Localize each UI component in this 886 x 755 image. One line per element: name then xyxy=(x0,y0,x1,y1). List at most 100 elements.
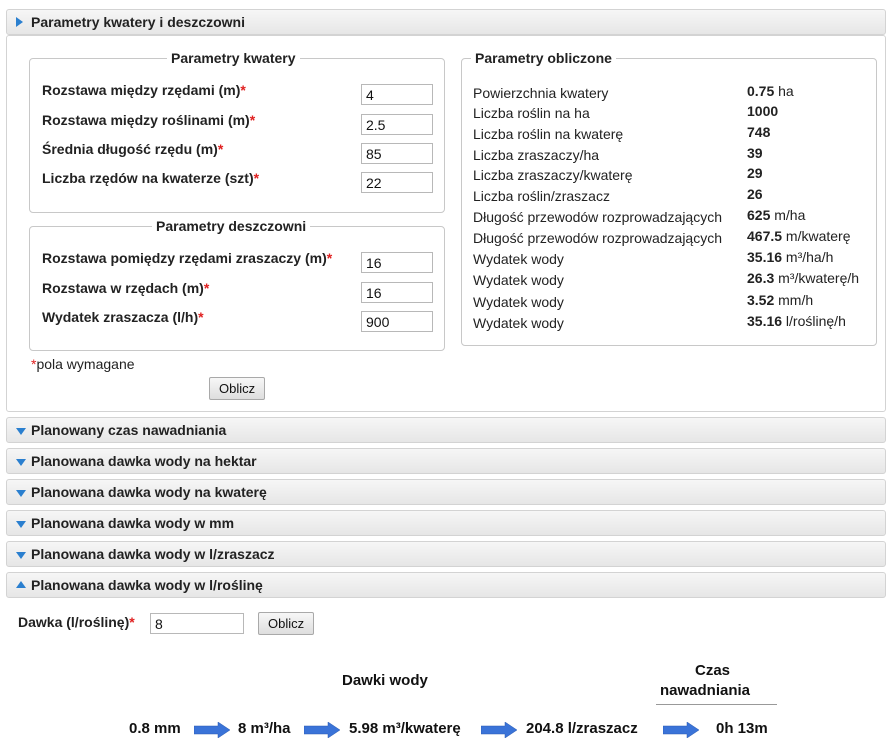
calculated-value: 467.5 m/kwaterę xyxy=(747,228,851,244)
calculated-unit: m³/ha/h xyxy=(782,249,834,265)
collapsed-triangle-icon xyxy=(16,459,26,466)
calculated-value: 35.16 l/roślinę/h xyxy=(747,313,846,329)
calculated-value: 26 xyxy=(747,186,763,202)
calculated-label: Wydatek wody xyxy=(473,251,564,267)
label-wydatek-zraszacza: Wydatek zraszacza (l/h)* xyxy=(42,309,204,325)
accordion-header-czas[interactable]: Planowany czas nawadniania xyxy=(6,417,886,443)
calculated-number: 625 xyxy=(747,207,771,223)
input-liczba-rzedow[interactable] xyxy=(361,172,433,193)
calculated-number: 29 xyxy=(747,165,763,181)
calculated-value: 1000 xyxy=(747,103,778,119)
required-note: *pola wymagane xyxy=(31,356,135,372)
collapsed-triangle-icon xyxy=(16,490,26,497)
calculated-unit: m/ha xyxy=(770,207,806,223)
accordion-header-label: Planowana dawka wody na hektar xyxy=(31,453,257,469)
label-dlugosc-rzedu: Średnia długość rzędu (m)* xyxy=(42,141,224,157)
calculated-number: 26 xyxy=(747,186,763,202)
oblicz-button[interactable]: Oblicz xyxy=(209,377,266,400)
accordion-header-label: Planowany czas nawadniania xyxy=(31,422,227,438)
result-kwatera: 5.98 m³/kwaterę xyxy=(349,720,461,737)
calculated-label: Liczba roślin/zraszacz xyxy=(473,188,610,204)
calculated-value: 0.75 ha xyxy=(747,83,794,99)
input-rozstawa-rosliny[interactable] xyxy=(361,114,433,135)
label-rozstawa-rosliny: Rozstawa między roślinami (m)* xyxy=(42,112,256,128)
calculated-unit: mm/h xyxy=(774,292,814,308)
label-rozstawa-rzedy: Rozstawa między rzędami (m)* xyxy=(42,82,246,98)
calculated-label: Wydatek wody xyxy=(473,272,564,288)
legend-parametry-kwatery: Parametry kwatery xyxy=(171,50,296,66)
calculated-label: Długość przewodów rozprowadzających xyxy=(473,230,723,246)
czas-divider xyxy=(656,704,777,705)
result-zraszacz: 204.8 l/zraszacz xyxy=(526,720,638,737)
calculated-number: 0.75 xyxy=(747,83,775,99)
dawki-header: Dawki wody xyxy=(342,672,428,689)
accordion-header-kwatera[interactable]: Planowana dawka wody na kwaterę xyxy=(6,479,886,505)
arrow-right-icon xyxy=(304,722,340,738)
calculated-value: 39 xyxy=(747,145,763,161)
calculated-label: Liczba zraszaczy/ha xyxy=(473,147,600,163)
label-liczba-rzedow: Liczba rzędów na kwaterze (szt)* xyxy=(42,170,260,186)
calculated-value: 625 m/ha xyxy=(747,207,805,223)
calculated-label: Liczba roślin na ha xyxy=(473,105,590,121)
calculated-value: 35.16 m³/ha/h xyxy=(747,249,833,265)
accordion-header-label: Planowana dawka wody w l/roślinę xyxy=(31,577,263,593)
czas-header-1: Czas xyxy=(695,662,731,679)
collapsed-triangle-icon xyxy=(16,521,26,528)
calculated-number: 1000 xyxy=(747,103,779,119)
expanded-triangle-icon xyxy=(16,581,26,588)
accordion-header-hektar[interactable]: Planowana dawka wody na hektar xyxy=(6,448,886,474)
label-dawka: Dawka (l/roślinę)* xyxy=(18,614,135,630)
calculated-value: 29 xyxy=(747,165,763,181)
calculated-unit: l/roślinę/h xyxy=(782,313,846,329)
calculated-unit: m/kwaterę xyxy=(782,228,851,244)
oblicz-dawka-button[interactable]: Oblicz xyxy=(258,612,315,635)
parametry-panel: Parametry kwatery Rozstawa między rzędam… xyxy=(6,35,886,412)
calculated-unit: m³/kwaterę/h xyxy=(774,270,860,286)
calculated-number: 467.5 xyxy=(747,228,783,244)
input-rozstawa-rzedy[interactable] xyxy=(361,84,433,105)
calculated-number: 3.52 xyxy=(747,292,775,308)
accordion-header-label: Planowana dawka wody w mm xyxy=(31,515,235,531)
calculated-label: Powierzchnia kwatery xyxy=(473,85,609,101)
collapsed-triangle-icon xyxy=(16,552,26,559)
accordion-header-zraszacz[interactable]: Planowana dawka wody w l/zraszacz xyxy=(6,541,886,567)
input-wydatek-zraszacza[interactable] xyxy=(361,311,433,332)
accordion-header-mm[interactable]: Planowana dawka wody w mm xyxy=(6,510,886,536)
result-ha: 8 m³/ha xyxy=(238,720,291,737)
accordion-header-label: Planowana dawka wody na kwaterę xyxy=(31,484,267,500)
arrow-right-icon xyxy=(663,722,699,738)
result-czas: 0h 13m xyxy=(716,720,768,737)
calculated-value: 3.52 mm/h xyxy=(747,292,813,308)
input-rozstawa-zraszaczy[interactable] xyxy=(361,252,433,273)
calculated-number: 35.16 xyxy=(747,313,783,329)
accordion-header-label: Planowana dawka wody w l/zraszacz xyxy=(31,546,275,562)
result-mm: 0.8 mm xyxy=(129,720,181,737)
calculated-label: Liczba zraszaczy/kwaterę xyxy=(473,167,633,183)
calculated-number: 39 xyxy=(747,145,763,161)
calculated-label: Długość przewodów rozprowadzających xyxy=(473,209,723,225)
accordion-header-roslina[interactable]: Planowana dawka wody w l/roślinę xyxy=(6,572,886,598)
expanded-triangle-icon xyxy=(16,17,23,27)
label-rozstawa-w-rzedach: Rozstawa w rzędach (m)* xyxy=(42,280,210,296)
calculated-number: 26.3 xyxy=(747,270,775,286)
calculated-label: Wydatek wody xyxy=(473,294,564,310)
legend-parametry-obliczone: Parametry obliczone xyxy=(475,50,612,66)
accordion-header-parametry[interactable]: Parametry kwatery i deszczowni xyxy=(6,9,886,35)
arrow-right-icon xyxy=(481,722,517,738)
input-rozstawa-w-rzedach[interactable] xyxy=(361,282,433,303)
calculated-unit: ha xyxy=(774,83,794,99)
calculated-value: 26.3 m³/kwaterę/h xyxy=(747,270,859,286)
calculated-label: Liczba roślin na kwaterę xyxy=(473,126,624,142)
label-rozstawa-zraszaczy: Rozstawa pomiędzy rzędami zraszaczy (m)* xyxy=(42,250,333,266)
accordion-header-label: Parametry kwatery i deszczowni xyxy=(31,14,245,30)
collapsed-triangle-icon xyxy=(16,428,26,435)
arrow-right-icon xyxy=(194,722,230,738)
input-dawka[interactable] xyxy=(150,613,244,634)
czas-header-2: nawadniania xyxy=(660,682,751,699)
calculated-value: 748 xyxy=(747,124,770,140)
legend-parametry-deszczowni: Parametry deszczowni xyxy=(156,218,307,234)
calculated-label: Wydatek wody xyxy=(473,315,564,331)
calculated-number: 35.16 xyxy=(747,249,783,265)
input-dlugosc-rzedu[interactable] xyxy=(361,143,433,164)
roslina-panel: Dawka (l/roślinę)* Oblicz Dawki wody Cza… xyxy=(6,598,886,755)
